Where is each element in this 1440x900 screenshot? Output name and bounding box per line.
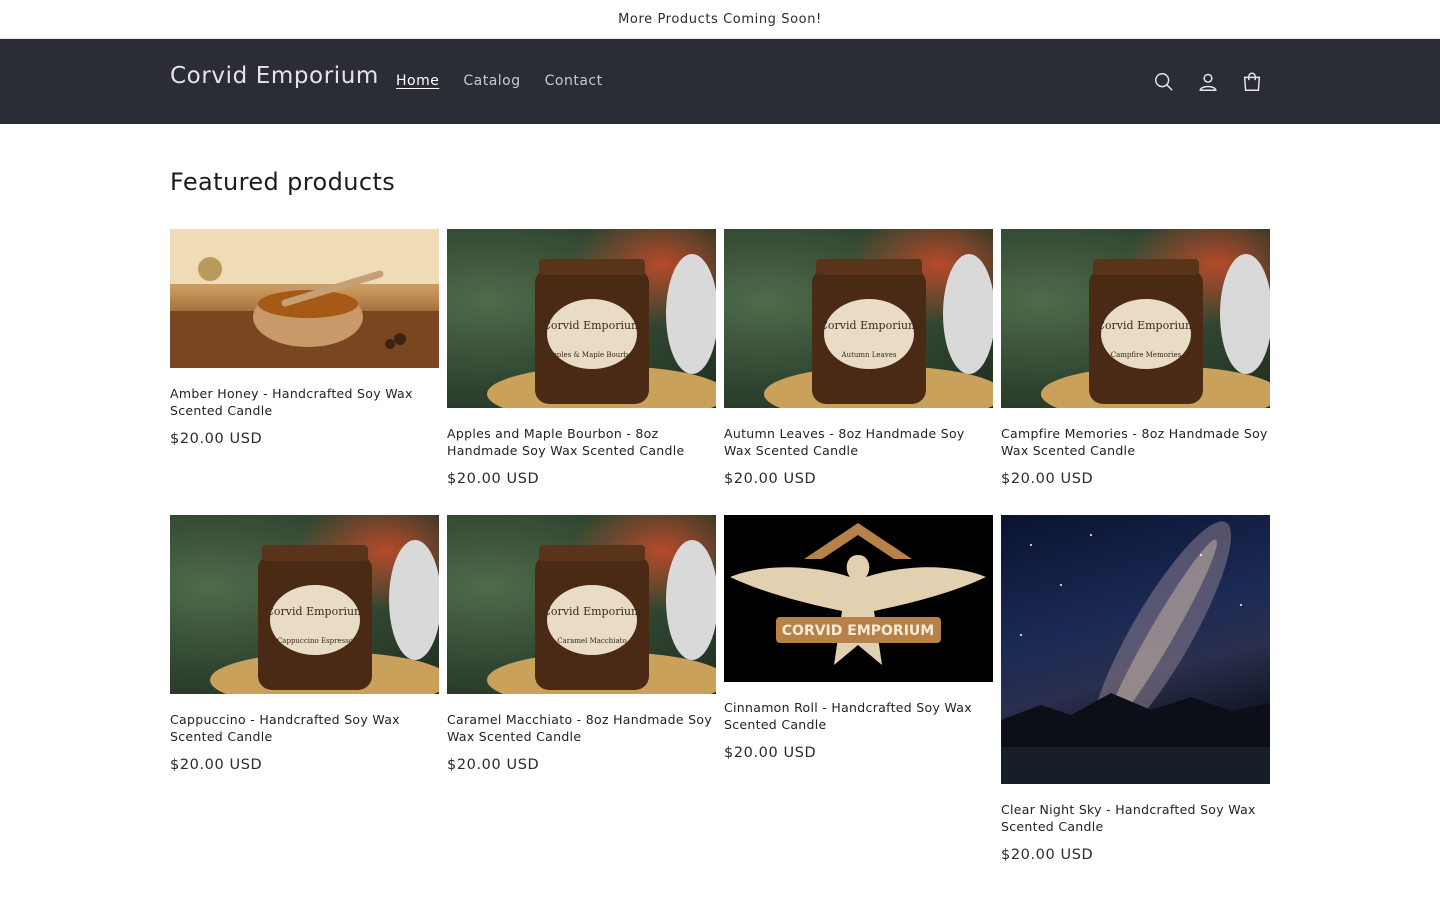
jar-label-scent: Campfire Memories [1111,351,1182,359]
product-price: $20.00 USD [447,471,540,487]
jar-label-brand: Corvid Emporium [543,319,643,332]
site-header: Corvid Emporium Home Catalog Contact [0,39,1440,124]
jar-label-brand: Corvid Emporium [543,605,643,618]
main-nav: Home Catalog Contact [384,39,615,124]
section-title: Featured products [170,168,396,196]
nav-catalog[interactable]: Catalog [451,39,532,124]
nav-contact[interactable]: Contact [533,39,615,124]
product-title[interactable]: Autumn Leaves - 8oz Handmade Soy Wax Sce… [724,425,993,459]
jar-label-scent: Caramel Macchiato [557,637,626,645]
product-image-candle[interactable]: Corvid Emporium Apples & Maple Bourbon [447,229,716,408]
jar-label-scent: Cappuccino Espresso [277,637,353,645]
account-icon [1199,73,1217,91]
product-price: $20.00 USD [170,757,263,773]
product-card[interactable]: Corvid Emporium Campfire Memories Campfi… [1001,229,1270,487]
corvid-emporium-logo: CORVID EMPORIUM [730,523,986,665]
candle-jar-illustration: Corvid Emporium Caramel Macchiato [487,540,716,694]
product-card[interactable]: Corvid Emporium Autumn Leaves Autumn Lea… [724,229,993,487]
milky-way-illustration [1001,521,1270,784]
product-card[interactable]: Amber Honey - Handcrafted Soy Wax Scente… [170,229,439,447]
product-image-candle[interactable]: Corvid Emporium Cappuccino Espresso [170,515,439,694]
candle-jar-illustration: Corvid Emporium Apples & Maple Bourbon [487,254,716,408]
jar-label-brand: Corvid Emporium [266,605,366,618]
product-price: $20.00 USD [724,745,817,761]
product-card[interactable]: Clear Night Sky - Handcrafted Soy Wax Sc… [1001,515,1270,863]
product-title[interactable]: Cinnamon Roll - Handcrafted Soy Wax Scen… [724,699,993,733]
product-card[interactable]: Corvid Emporium Cappuccino Espresso Capp… [170,515,439,773]
product-price: $20.00 USD [447,757,540,773]
jar-label-scent: Autumn Leaves [841,351,897,359]
header-icons [1142,39,1274,124]
product-image-logo[interactable]: CORVID EMPORIUM [724,515,993,682]
search-icon [1155,72,1173,91]
jar-label-scent: Apples & Maple Bourbon [546,351,637,359]
account-button[interactable] [1186,60,1230,104]
candle-jar-illustration: Corvid Emporium Campfire Memories [1041,254,1270,408]
product-image-candle[interactable]: Corvid Emporium Caramel Macchiato [447,515,716,694]
product-image-honey[interactable] [170,229,439,368]
logo-text: CORVID EMPORIUM [782,623,934,639]
product-title[interactable]: Apples and Maple Bourbon - 8oz Handmade … [447,425,716,459]
product-image-candle[interactable]: Corvid Emporium Campfire Memories [1001,229,1270,408]
product-title[interactable]: Caramel Macchiato - 8oz Handmade Soy Wax… [447,711,716,745]
honey-bowl-illustration [170,229,439,368]
product-title[interactable]: Cappuccino - Handcrafted Soy Wax Scented… [170,711,439,745]
search-button[interactable] [1142,60,1186,104]
nav-home[interactable]: Home [384,39,451,124]
jar-label-brand: Corvid Emporium [820,319,920,332]
product-title[interactable]: Clear Night Sky - Handcrafted Soy Wax Sc… [1001,801,1270,835]
announcement-text: More Products Coming Soon! [618,11,822,27]
product-image-candle[interactable]: Corvid Emporium Autumn Leaves [724,229,993,408]
product-price: $20.00 USD [724,471,817,487]
product-price: $20.00 USD [170,431,263,447]
product-card[interactable]: CORVID EMPORIUM Cinnamon Roll - Handcraf… [724,515,993,761]
product-card[interactable]: Corvid Emporium Caramel Macchiato Carame… [447,515,716,773]
cart-button[interactable] [1230,60,1274,104]
candle-jar-illustration: Corvid Emporium Autumn Leaves [764,254,993,408]
announcement-bar: More Products Coming Soon! [0,0,1440,39]
product-price: $20.00 USD [1001,471,1094,487]
cart-icon [1243,72,1261,91]
product-title[interactable]: Amber Honey - Handcrafted Soy Wax Scente… [170,385,439,419]
product-title[interactable]: Campfire Memories - 8oz Handmade Soy Wax… [1001,425,1270,459]
jar-label-brand: Corvid Emporium [1097,319,1197,332]
product-card[interactable]: Corvid Emporium Apples & Maple Bourbon A… [447,229,716,487]
product-price: $20.00 USD [1001,847,1094,863]
brand-logo-link[interactable]: Corvid Emporium [170,63,379,89]
product-image-night-sky[interactable] [1001,515,1270,784]
candle-jar-illustration: Corvid Emporium Cappuccino Espresso [210,540,439,694]
